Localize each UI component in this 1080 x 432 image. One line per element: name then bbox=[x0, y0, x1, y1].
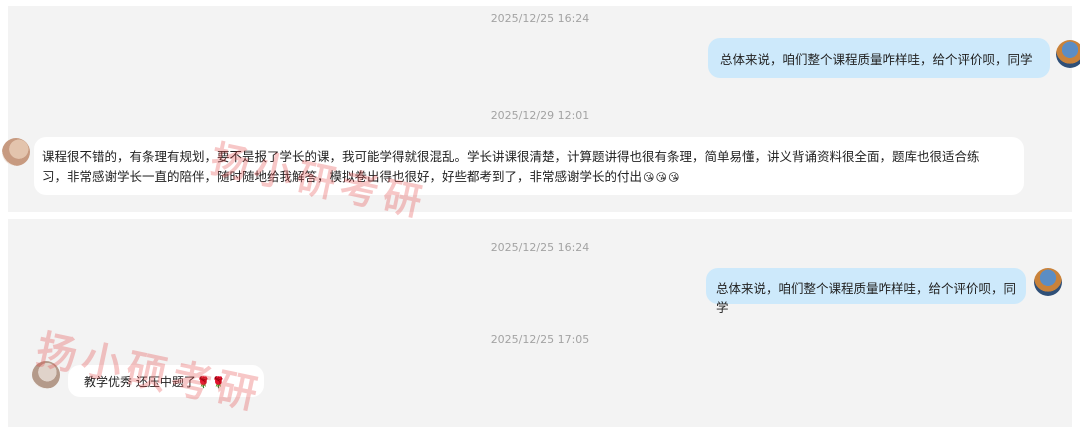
message-text: 总体来说，咱们整个课程质量咋样哇，给个评价呗，同学 bbox=[716, 281, 1017, 315]
incoming-message-bubble[interactable]: 课程很不错的，有条理有规划，要不是报了学长的课，我可能学得就很混乱。学长讲课很清… bbox=[34, 137, 1024, 195]
kiss-emoji-icon: 😘 bbox=[643, 171, 655, 184]
rose-emoji-icon: 🌹 bbox=[196, 376, 211, 389]
chat-panel-1: 2025/12/25 16:24 总体来说，咱们整个课程质量咋样哇，给个评价呗，… bbox=[2, 6, 1080, 226]
incoming-message-bubble[interactable]: 教学优秀 还压中题了🌹🌹 bbox=[68, 365, 264, 397]
student-avatar[interactable] bbox=[32, 361, 60, 389]
timestamp: 2025/12/25 17:05 bbox=[490, 333, 590, 346]
outgoing-message-bubble[interactable]: 总体来说，咱们整个课程质量咋样哇，给个评价呗，同学 bbox=[708, 38, 1050, 78]
outgoing-message-bubble[interactable]: 总体来说，咱们整个课程质量咋样哇，给个评价呗，同学 bbox=[706, 268, 1026, 315]
teacher-avatar[interactable] bbox=[1034, 268, 1062, 296]
teacher-avatar[interactable] bbox=[1056, 40, 1080, 68]
message-text: 总体来说，咱们整个课程质量咋样哇，给个评价呗，同学 bbox=[720, 52, 1033, 67]
message-text-line-2: 习，非常感谢学长一直的陪伴，随时随地给我解答，模拟卷出得也很好，好些都考到了，非… bbox=[42, 167, 1024, 188]
message-text-line-1: 课程很不错的，有条理有规划，要不是报了学长的课，我可能学得就很混乱。学长讲课很清… bbox=[42, 149, 980, 164]
message-text: 教学优秀 还压中题了 bbox=[84, 375, 196, 389]
kiss-emoji-icon: 😘 bbox=[655, 171, 667, 184]
timestamp: 2025/12/29 12:01 bbox=[490, 109, 590, 122]
timestamp: 2025/12/25 16:24 bbox=[490, 12, 590, 25]
message-text: 习，非常感谢学长一直的陪伴，随时随地给我解答，模拟卷出得也很好，好些都考到了，非… bbox=[42, 169, 643, 184]
chat-panel-2: 2025/12/25 16:24 总体来说，咱们整个课程质量咋样哇，给个评价呗，… bbox=[8, 219, 1072, 427]
rose-emoji-icon: 🌹 bbox=[211, 376, 226, 389]
timestamp: 2025/12/25 16:24 bbox=[490, 241, 590, 254]
kiss-emoji-icon: 😘 bbox=[667, 171, 680, 184]
student-avatar[interactable] bbox=[2, 138, 30, 166]
